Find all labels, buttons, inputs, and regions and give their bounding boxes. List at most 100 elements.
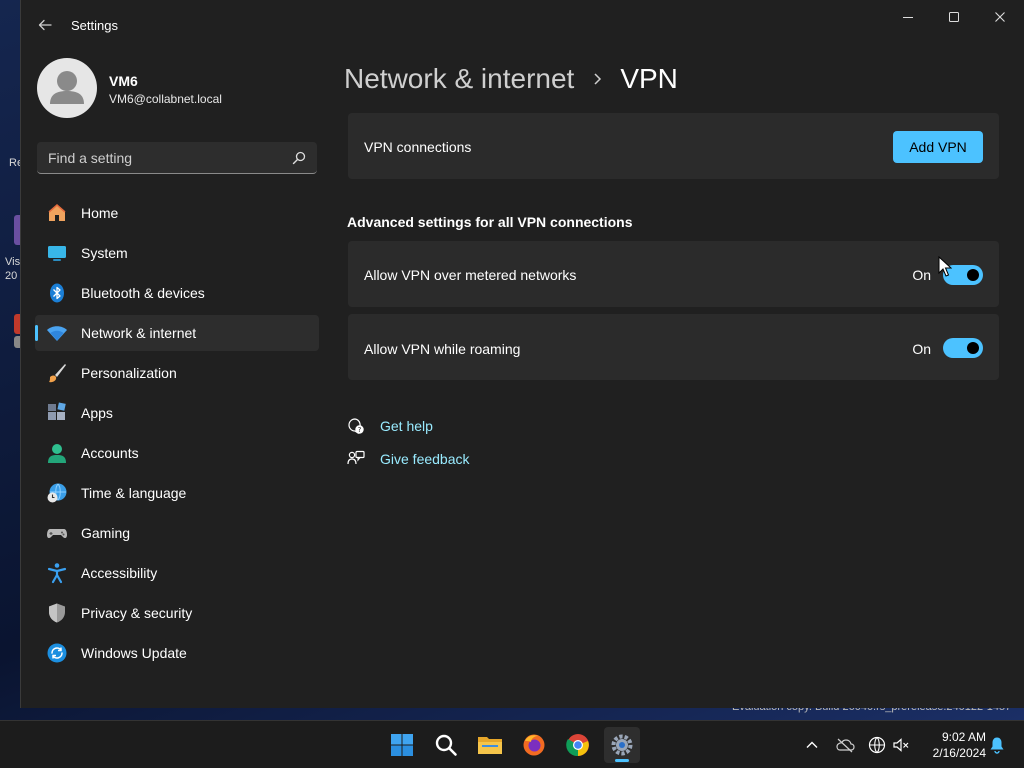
toggle-knob — [967, 269, 979, 281]
chevron-up-icon — [806, 741, 818, 748]
bluetooth-icon — [50, 283, 64, 303]
window-title: Settings — [71, 18, 118, 33]
toggle-state-label: On — [912, 267, 931, 283]
sidebar-item-label: Home — [81, 205, 119, 221]
sidebar-item-privacy[interactable]: Privacy & security — [35, 595, 319, 631]
sidebar-item-bluetooth[interactable]: Bluetooth & devices — [35, 275, 319, 311]
chrome-button[interactable] — [560, 727, 596, 763]
help-chat-icon: ? — [348, 418, 364, 435]
search-box[interactable] — [37, 142, 317, 174]
mouse-cursor-icon — [938, 256, 952, 277]
file-explorer-button[interactable] — [472, 727, 508, 763]
globe-clock-icon — [47, 483, 67, 503]
settings-taskbar-button[interactable] — [604, 727, 640, 763]
sidebar-item-label: Gaming — [81, 525, 131, 541]
add-vpn-button[interactable]: Add VPN — [893, 131, 983, 163]
taskbar-search-button[interactable] — [428, 727, 464, 763]
chevron-right-icon — [594, 73, 602, 85]
sidebar-item-gaming[interactable]: Gaming — [35, 515, 319, 551]
sidebar-nav: Home System Bluetooth & devices Network … — [35, 195, 319, 675]
profile-email: VM6@collabnet.local — [109, 92, 222, 106]
sidebar-item-label: Windows Update — [81, 645, 187, 661]
bell-icon — [990, 737, 1004, 754]
account-icon — [48, 444, 66, 463]
maximize-button[interactable] — [931, 0, 977, 34]
breadcrumb-parent-link[interactable]: Network & internet — [344, 63, 574, 95]
start-button[interactable] — [384, 727, 420, 763]
maximize-icon — [949, 12, 959, 22]
give-feedback-label: Give feedback — [380, 451, 470, 467]
vpn-connections-card: VPN connections Add VPN — [348, 113, 999, 179]
title-bar: Settings — [21, 0, 1024, 48]
network-globe-icon — [868, 736, 886, 754]
clock[interactable]: 9:02 AM 2/16/2024 — [920, 729, 986, 761]
wifi-icon — [47, 326, 67, 341]
shield-icon — [49, 603, 65, 623]
sidebar-item-label: Privacy & security — [81, 605, 193, 621]
network-tray-button[interactable] — [866, 734, 888, 756]
sidebar-item-home[interactable]: Home — [35, 195, 319, 231]
sidebar-item-windows-update[interactable]: Windows Update — [35, 635, 319, 671]
speaker-muted-icon — [893, 738, 909, 752]
roaming-toggle[interactable] — [943, 338, 983, 358]
taskbar: 9:02 AM 2/16/2024 — [0, 720, 1024, 768]
roaming-card: Allow VPN while roaming On — [348, 314, 999, 380]
sidebar-item-accounts[interactable]: Accounts — [35, 435, 319, 471]
sidebar-item-label: Accounts — [81, 445, 139, 461]
notifications-button[interactable] — [986, 734, 1008, 756]
firefox-icon — [523, 734, 545, 756]
sidebar-item-label: Time & language — [81, 485, 187, 501]
sidebar-item-label: Apps — [81, 405, 113, 421]
close-icon — [995, 12, 1005, 22]
give-feedback-link[interactable]: Give feedback — [347, 447, 470, 471]
back-button[interactable] — [33, 12, 57, 38]
sidebar-item-system[interactable]: System — [35, 235, 319, 271]
system-icon — [48, 246, 66, 261]
sidebar-item-label: Personalization — [81, 365, 177, 381]
brush-icon — [49, 364, 66, 383]
roaming-label: Allow VPN while roaming — [364, 341, 521, 357]
metered-networks-label: Allow VPN over metered networks — [364, 267, 577, 283]
volume-tray-button[interactable] — [890, 734, 912, 756]
metered-networks-card: Allow VPN over metered networks On — [348, 241, 999, 307]
update-icon — [47, 643, 67, 663]
settings-window: Settings VM6 VM6@collabnet.local Find a … — [20, 0, 1024, 708]
sidebar-item-network[interactable]: Network & internet — [35, 315, 319, 351]
sidebar-item-personalization[interactable]: Personalization — [35, 355, 319, 391]
onedrive-icon — [836, 738, 855, 753]
get-help-link[interactable]: ? Get help — [347, 414, 433, 438]
sidebar-item-apps[interactable]: Apps — [35, 395, 319, 431]
svg-text:?: ? — [358, 426, 362, 434]
toggle-knob — [967, 342, 979, 354]
apps-icon — [48, 402, 66, 420]
avatar[interactable] — [37, 58, 97, 118]
user-silhouette-icon — [50, 71, 84, 104]
clock-time: 9:02 AM — [941, 730, 986, 744]
profile-name: VM6 — [109, 73, 138, 89]
accessibility-icon — [47, 563, 67, 584]
toggle-state-label: On — [912, 341, 931, 357]
sidebar-item-accessibility[interactable]: Accessibility — [35, 555, 319, 591]
close-button[interactable] — [977, 0, 1023, 34]
search-input[interactable] — [37, 142, 277, 173]
clock-date: 2/16/2024 — [932, 746, 986, 760]
search-icon[interactable] — [292, 151, 306, 165]
home-icon — [48, 204, 66, 221]
sidebar-item-time-language[interactable]: Time & language — [35, 475, 319, 511]
minimize-icon — [903, 17, 913, 18]
show-hidden-icons-button[interactable] — [801, 734, 823, 756]
advanced-settings-heading: Advanced settings for all VPN connection… — [347, 214, 633, 230]
desktop-icon-label: 20 — [5, 270, 18, 282]
page-title: VPN — [620, 63, 678, 94]
settings-icon — [611, 734, 633, 756]
onedrive-tray-button[interactable] — [834, 734, 856, 756]
vpn-connections-label: VPN connections — [364, 139, 472, 155]
desktop-icon-label: Vis — [5, 256, 21, 268]
chrome-icon — [566, 734, 589, 757]
breadcrumb: Network & internet VPN — [344, 59, 678, 99]
back-arrow-icon — [38, 19, 52, 31]
search-icon — [435, 734, 457, 756]
firefox-button[interactable] — [516, 727, 552, 763]
sidebar-item-label: Network & internet — [81, 325, 197, 341]
minimize-button[interactable] — [885, 0, 931, 34]
